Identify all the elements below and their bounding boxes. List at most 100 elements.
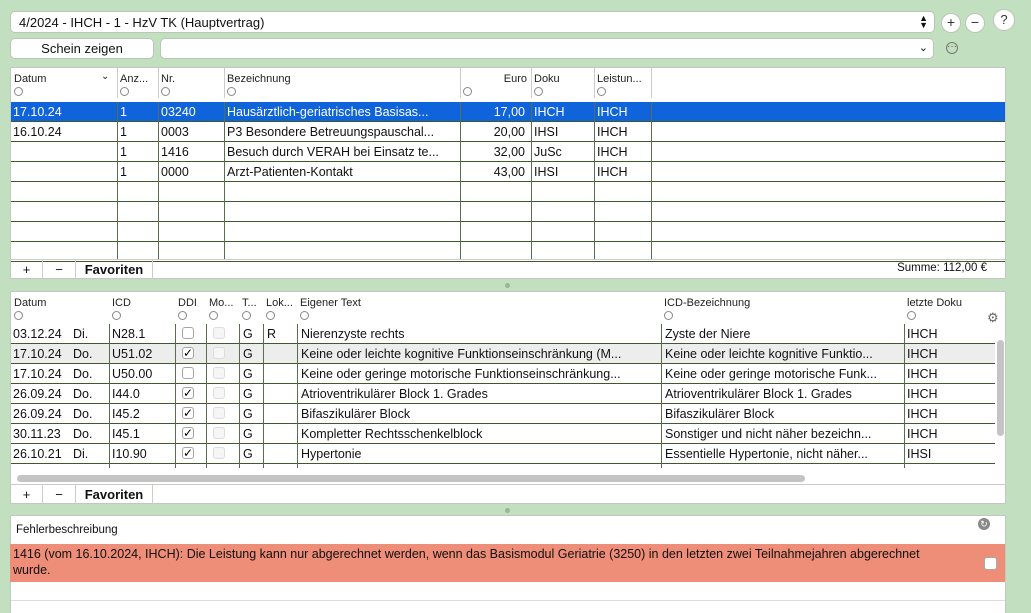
filter-circle-icon[interactable] [242,311,251,320]
filter-circle-icon[interactable] [14,311,23,320]
column-header[interactable]: Nr. [158,68,225,98]
remove-diagnosis-button[interactable]: − [43,485,76,504]
table-row[interactable]: 1 0000 Arzt-Patienten-Kontakt 43,00 IHSI IHCH [11,162,1005,182]
cell-icd: U50.00 [112,367,153,381]
table-row[interactable]: 17.10.24 1 03240 Hausärztlich-geriatrisches… [11,102,1005,122]
filter-circle-icon[interactable] [300,311,309,320]
filter-circle-icon[interactable] [161,87,170,96]
more-options-icon[interactable]: ··· [946,42,958,54]
diagnoses-favorites-button[interactable]: Favoriten [76,485,153,504]
cell-date: 26.10.21 [13,447,62,461]
refresh-icon[interactable]: ↻ [978,518,990,530]
diagnoses-footer: + − Favoriten [11,484,1005,505]
table-row[interactable]: 26.10.21 Di. I10.90 ✓ G Hypertonie Essentielle… [11,444,995,464]
filter-circle-icon[interactable] [209,311,218,320]
column-label: ICD-Bezeichnung [664,297,751,309]
column-label: Lok... [266,297,293,309]
column-divider [904,324,905,468]
column-header[interactable]: ICD [109,292,175,322]
services-favorites-button[interactable]: Favoriten [76,260,153,279]
filter-circle-icon[interactable] [14,87,23,96]
column-header[interactable]: Anz... [117,68,159,98]
filter-circle-icon[interactable] [266,311,275,320]
table-row[interactable]: 26.09.24 Do. I45.2 ✓ G Bifaszikulärer Block Bi… [11,404,995,424]
column-header[interactable]: ICD-Bezeichnung [661,292,904,322]
column-divider [531,102,532,259]
ddi-checkbox[interactable]: ✓ [182,447,194,459]
split-handle[interactable] [505,508,510,513]
table-row[interactable]: 30.11.23 Do. I45.1 ✓ G Kompletter Rechtsschen… [11,424,995,444]
ddi-checkbox[interactable]: ✓ [182,407,194,419]
ddi-checkbox[interactable] [182,327,194,339]
cell-weekday: Di. [73,327,89,341]
add-service-button[interactable]: + [11,260,43,279]
table-row[interactable]: 17.10.24 Do. U51.02 ✓ G Keine oder leichte ko… [11,344,995,364]
column-header[interactable]: Euro [460,68,532,98]
column-header[interactable]: Datum [11,292,109,322]
column-header[interactable]: T... [239,292,263,322]
ddi-checkbox[interactable] [182,367,194,379]
add-diagnosis-button[interactable]: + [11,485,43,504]
ddi-checkbox[interactable]: ✓ [182,347,194,359]
filter-circle-icon[interactable] [112,311,121,320]
sort-chevron-icon[interactable]: ⌄ [101,71,109,82]
table-row[interactable]: 03.12.24 Di. N28.1 G R Nierenzyste rechts Zyst… [11,324,995,344]
table-row[interactable]: 17.10.24 Do. U50.00 G Keine oder geringe mot… [11,364,995,384]
error-checkbox[interactable] [984,557,997,570]
horizontal-scrollbar[interactable] [17,475,805,482]
mo-checkbox [213,427,225,439]
filter-circle-icon[interactable] [597,87,606,96]
secondary-select[interactable]: ⌄ [160,38,934,59]
show-schein-button[interactable]: Schein zeigen [10,38,154,59]
services-footer: + − Favoriten Summe: 112,00 € [11,259,1005,280]
filter-circle-icon[interactable] [534,87,543,96]
cell-date: 17.10.24 [13,347,62,361]
column-header[interactable]: Datum ⌄ [11,68,118,98]
cell-weekday: Do. [73,407,93,421]
partial-row [11,464,995,468]
cell-own-text: Hypertonie [301,447,362,461]
filter-circle-icon[interactable] [907,311,916,320]
help-button[interactable]: ? [993,9,1015,31]
filter-circle-icon[interactable] [463,87,472,96]
case-select[interactable]: 4/2024 - IHCH - 1 - HzV TK (Hauptvertrag… [10,11,935,33]
services-table: Datum ⌄ Anz... Nr. Bezeichnung Euro Doku Leistu… [10,67,1006,279]
table-row[interactable]: 1 1416 Besuch durch VERAH bei Einsatz te..… [11,142,1005,162]
table-row[interactable]: 26.09.24 Do. I44.0 ✓ G Atrioventrikulärer Blo… [11,384,995,404]
cell-last-doku: IHSI [907,447,932,461]
column-settings-gear-icon[interactable]: ⚙ [987,310,999,326]
filter-circle-icon[interactable] [120,87,129,96]
cell-bez: P3 Besondere Betreuungspauschal... [227,125,435,139]
mo-checkbox [213,407,225,419]
cell-date: 30.11.23 [13,427,61,441]
column-label: Eigener Text [300,297,361,309]
column-header[interactable]: Leistun... [594,68,652,98]
column-header[interactable]: Eigener Text [297,292,661,322]
ddi-checkbox[interactable]: ✓ [182,427,194,439]
error-message-row[interactable]: 1416 (vom 16.10.2024, IHCH): Die Leistun… [10,544,1005,582]
cell-bez: Arzt-Patienten-Kontakt [227,165,353,179]
filter-circle-icon[interactable] [664,311,673,320]
column-header[interactable]: Lok... [263,292,297,322]
remove-service-button[interactable]: − [43,260,76,279]
filter-circle-icon[interactable] [178,311,187,320]
cell-type: G [243,427,253,441]
split-handle[interactable] [505,283,510,288]
column-header[interactable]: DDI [175,292,206,322]
column-header[interactable]: Doku [531,68,595,98]
cell-own-text: Keine oder leichte kognitive Funktionsei… [301,347,622,361]
column-header[interactable]: Mo... [206,292,239,322]
vertical-scrollbar[interactable] [997,340,1004,436]
services-header-row: Datum ⌄ Anz... Nr. Bezeichnung Euro Doku Leistu… [11,68,1005,98]
cell-icd-label: Atrioventrikulärer Block 1. Grades [665,387,852,401]
cell-date: 26.09.24 [13,407,62,421]
column-header[interactable]: Bezeichnung [224,68,461,98]
add-case-button[interactable]: + [941,13,961,33]
ddi-checkbox[interactable]: ✓ [182,387,194,399]
filter-circle-icon[interactable] [227,87,236,96]
remove-case-button[interactable]: − [965,13,985,33]
table-row[interactable]: 16.10.24 1 0003 P3 Besondere Betreuungspaus… [11,122,1005,142]
cell-icd: I10.90 [112,447,147,461]
mo-checkbox [213,387,225,399]
mo-checkbox [213,347,225,359]
